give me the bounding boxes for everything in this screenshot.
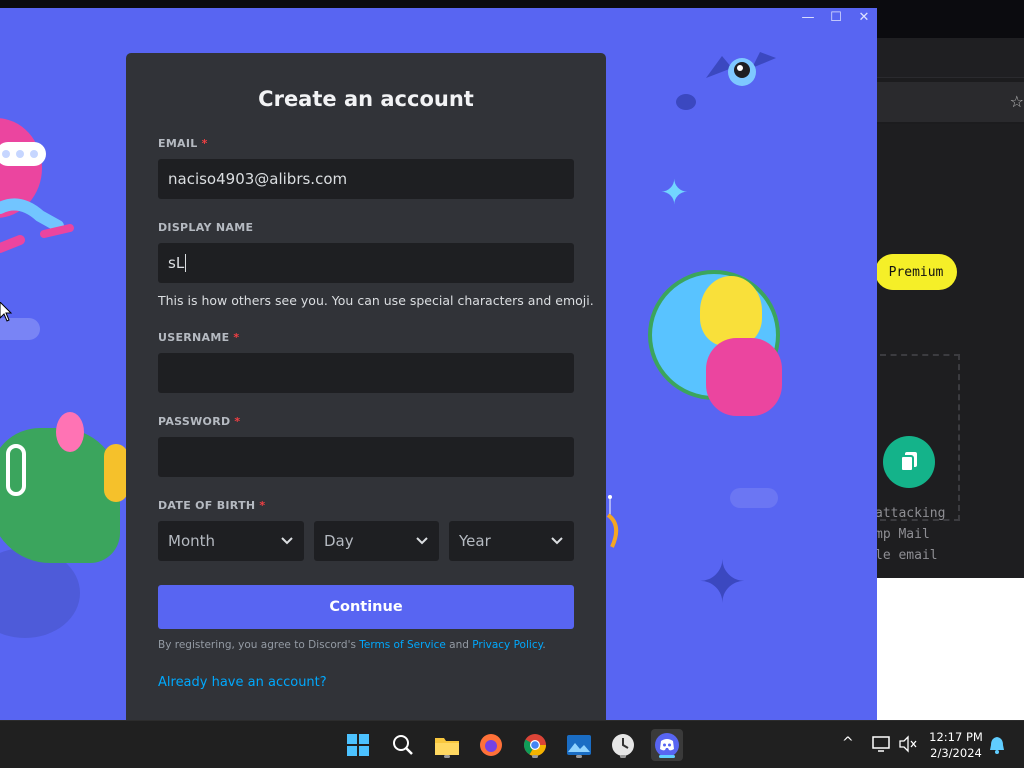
text-caret [185, 254, 187, 272]
window-controls: — ☐ ✕ [801, 10, 871, 25]
sparkle-icon: ✦ [660, 173, 689, 213]
premium-button[interactable]: Premium [875, 254, 957, 290]
pink-body-illustration [706, 338, 782, 416]
taskbar: ^ 12:17 PM 2/3/2024 [0, 720, 1024, 768]
email-field[interactable]: naciso4903@alibrs.com [158, 159, 574, 199]
month-select[interactable]: Month [158, 521, 304, 561]
legal-text: By registering, you agree to Discord's T… [158, 639, 546, 651]
date-of-birth-label: DATE OF BIRTH * [158, 499, 266, 512]
page-text-line: attacking [875, 506, 946, 521]
show-hidden-icons-button[interactable]: ^ [842, 735, 854, 751]
page-text-line: le email [875, 548, 938, 563]
small-creature-illustration [676, 94, 696, 110]
file-explorer-icon[interactable] [431, 729, 463, 761]
volume-muted-icon[interactable] [898, 735, 918, 757]
copy-icon[interactable] [883, 436, 935, 488]
firefox-icon[interactable] [475, 729, 507, 761]
browser-page-content: Premium attacking mp Mail le email [875, 124, 1024, 578]
close-button[interactable]: ✕ [857, 10, 871, 25]
network-icon[interactable] [872, 735, 892, 757]
windows-start-icon[interactable] [342, 729, 374, 761]
day-select[interactable]: Day [314, 521, 439, 561]
privacy-policy-link[interactable]: Privacy Policy [472, 639, 542, 651]
yellow-character-illustration [104, 444, 128, 502]
desktop: ☆ Premium attacking mp Mail le email — ☐… [0, 0, 1024, 768]
bat-creature-illustration [706, 52, 776, 86]
browser-white-area [877, 578, 1024, 720]
create-account-card: Create an account EMAIL * naciso4903@alib… [126, 53, 606, 720]
year-select[interactable]: Year [449, 521, 574, 561]
clock-time: 12:17 PM [929, 730, 983, 744]
yellow-waving-character-illustration [700, 276, 762, 346]
terms-of-service-link[interactable]: Terms of Service [359, 639, 446, 651]
bookmark-star-icon[interactable]: ☆ [1010, 92, 1024, 111]
jumping-legs-illustration [0, 198, 74, 253]
pink-hair-illustration [56, 412, 84, 452]
chevron-down-icon [416, 537, 428, 545]
sparkle-icon: ✦ [698, 548, 747, 616]
mouse-cursor-icon [0, 302, 13, 322]
background-browser-window: ☆ Premium attacking mp Mail le email [875, 38, 1024, 720]
system-clock[interactable]: 12:17 PM 2/3/2024 [926, 729, 986, 761]
chat-bubble-illustration [0, 142, 46, 166]
browser-tab-bar[interactable] [877, 38, 1024, 78]
password-field[interactable] [158, 437, 574, 477]
cloud-illustration [730, 488, 778, 508]
chrome-icon[interactable] [519, 729, 551, 761]
display-name-field[interactable]: sL [158, 243, 574, 283]
minimize-button[interactable]: — [801, 10, 815, 25]
photos-icon[interactable] [563, 729, 595, 761]
clock-date: 2/3/2024 [930, 746, 982, 760]
notification-bell-icon[interactable] [988, 735, 1006, 759]
page-text-line: mp Mail [875, 527, 930, 542]
browser-toolbar: ☆ [877, 82, 1024, 122]
display-name-help-text: This is how others see you. You can use … [158, 293, 594, 308]
discord-icon[interactable] [651, 729, 683, 761]
maximize-button[interactable]: ☐ [829, 10, 843, 25]
headset-illustration [6, 444, 26, 496]
search-icon[interactable] [387, 729, 419, 761]
chevron-down-icon [551, 537, 563, 545]
discord-window: — ☐ ✕ ✦ ✦ Create an account EMAIL * naci… [0, 8, 877, 720]
password-label: PASSWORD * [158, 415, 241, 428]
continue-button[interactable]: Continue [158, 585, 574, 629]
chevron-down-icon [281, 537, 293, 545]
clock-app-icon[interactable] [607, 729, 639, 761]
username-label: USERNAME * [158, 331, 240, 344]
display-name-label: DISPLAY NAME [158, 221, 254, 234]
email-label: EMAIL * [158, 137, 208, 150]
login-link[interactable]: Already have an account? [158, 675, 327, 690]
page-title: Create an account [258, 87, 474, 111]
username-field[interactable] [158, 353, 574, 393]
